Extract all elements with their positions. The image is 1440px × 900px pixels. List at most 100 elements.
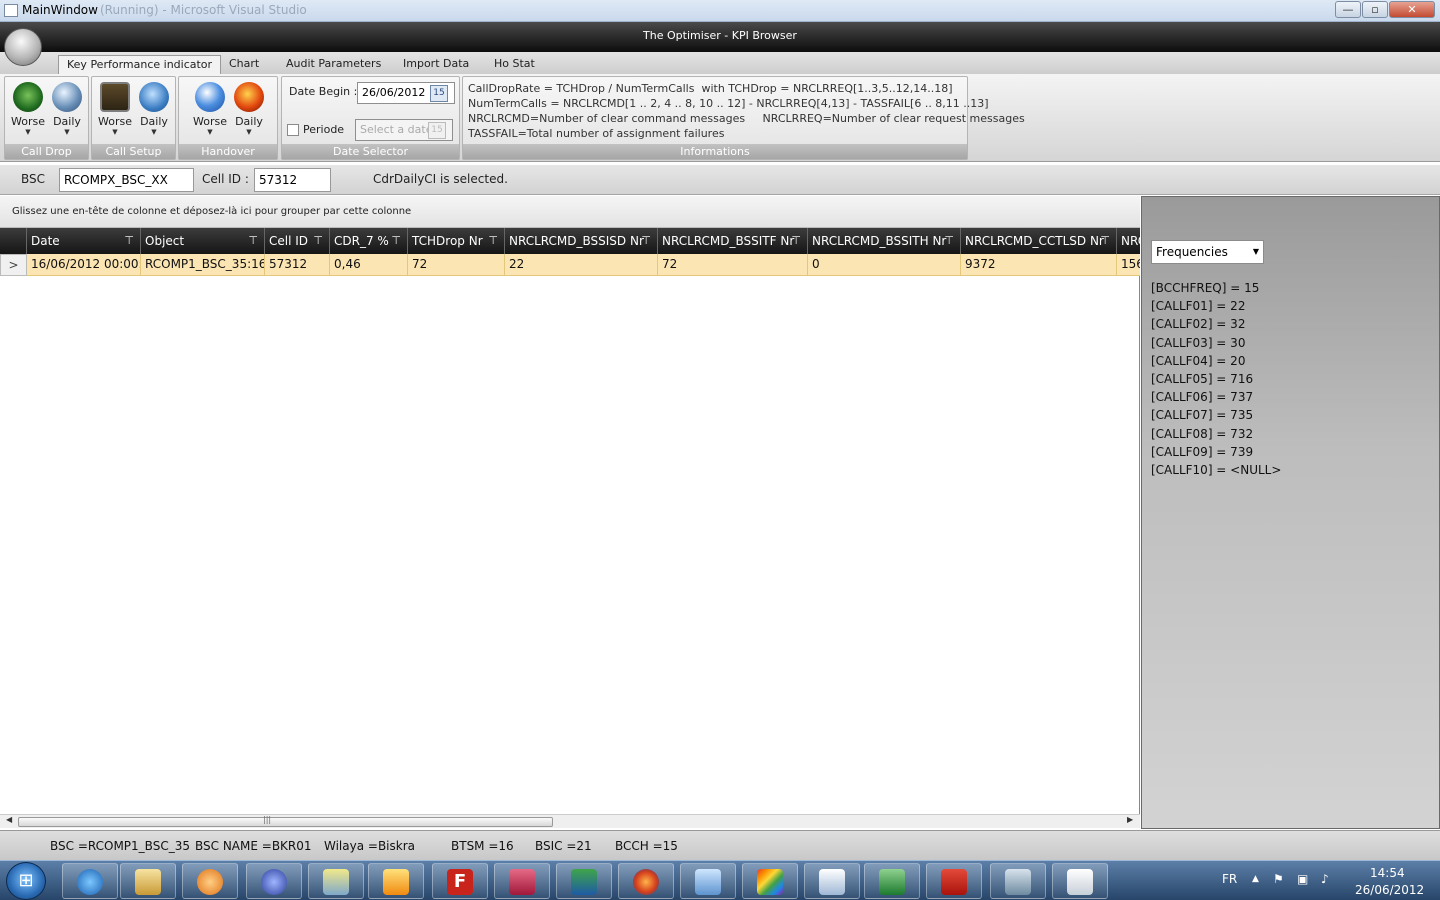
filter-icon[interactable]: ⊤ [313, 228, 323, 254]
clock-time[interactable]: 14:54 [1370, 866, 1405, 880]
call-drop-daily-button[interactable]: Daily ▼ [49, 80, 85, 140]
selection-status-text: CdrDailyCI is selected. [373, 172, 508, 186]
waveform-monitor-icon [100, 82, 130, 112]
call-setup-daily-button[interactable]: Daily ▼ [136, 80, 172, 140]
table-cell[interactable]: 57312 [265, 254, 330, 276]
list-item: [CALLF04] = 20 [1151, 353, 1246, 368]
taskbar-item-notepad-app[interactable] [804, 863, 860, 899]
table-cell[interactable]: 0,46 [330, 254, 408, 276]
minimize-button[interactable]: — [1335, 1, 1361, 18]
group-handover-success: Worse ▼ Daily ▼ Handover Success [178, 76, 278, 173]
tab-audit-parameters[interactable]: Audit Parameters [278, 55, 389, 74]
tab-chart[interactable]: Chart [221, 55, 267, 74]
group-caption: Call Setup [92, 144, 175, 159]
handover-daily-button[interactable]: Daily ▼ [231, 80, 267, 140]
call-setup-worse-button[interactable]: Worse ▼ [97, 80, 133, 140]
taskbar-item-firefox[interactable] [618, 863, 674, 899]
filter-icon[interactable]: ⊤ [1100, 228, 1110, 254]
column-header-nrc[interactable]: NRC [1117, 228, 1140, 254]
column-header-object[interactable]: Object ⊤ [141, 228, 265, 254]
taskbar-item-media-player[interactable] [182, 863, 238, 899]
group-call-drop: Worse ▼ Daily ▼ Call Drop [4, 76, 89, 160]
taskbar-item-excel[interactable] [864, 863, 920, 899]
call-drop-worse-button[interactable]: Worse ▼ [10, 80, 46, 140]
handover-worse-button[interactable]: Worse ▼ [192, 80, 228, 140]
periode-checkbox[interactable] [287, 124, 299, 136]
table-cell[interactable]: 72 [408, 254, 505, 276]
flag-icon[interactable]: ⚑ [1273, 872, 1284, 886]
column-label: NRCLRCMD_BSSITH Nr [812, 234, 947, 248]
taskbar-item-security-shield[interactable] [556, 863, 612, 899]
periode-label: Periode [303, 123, 345, 136]
call-drop-worse-label: Worse [11, 115, 45, 128]
filter-icon[interactable]: ⊤ [488, 228, 498, 254]
filter-icon[interactable]: ⊤ [391, 228, 401, 254]
calendar-icon[interactable]: 15 [430, 85, 448, 102]
column-header-cctlsd[interactable]: NRCLRCMD_CCTLSD Nr ⊤ [961, 228, 1117, 254]
taskbar-item-outlook[interactable] [368, 863, 424, 899]
table-cell[interactable]: 0 [808, 254, 961, 276]
taskbar-item-file-explorer[interactable] [120, 863, 176, 899]
close-button[interactable]: ✕ [1389, 1, 1435, 18]
internet-explorer-icon [77, 869, 103, 895]
column-label: Cell ID [269, 234, 309, 248]
filter-icon[interactable]: ⊤ [641, 228, 651, 254]
table-cell[interactable]: 156 [1117, 254, 1140, 276]
taskbar-item-filezilla[interactable]: F [432, 863, 488, 899]
table-cell[interactable]: 22 [505, 254, 658, 276]
column-header-tchdrop[interactable]: TCHDrop Nr ⊤ [408, 228, 505, 254]
data-grid: Glissez une en-tête de colonne et dépose… [0, 196, 1140, 828]
taskbar-item-picture-viewer[interactable] [680, 863, 736, 899]
group-caption: Call Drop [5, 144, 88, 159]
shield-icon [571, 869, 597, 895]
taskbar-item-acrobat[interactable] [926, 863, 982, 899]
column-header-bssitf[interactable]: NRCLRCMD_BSSITF Nr ⊤ [658, 228, 808, 254]
cell-id-input[interactable]: 57312 [254, 168, 331, 192]
table-cell[interactable]: 72 [658, 254, 808, 276]
table-cell[interactable]: RCOMP1_BSC_35:16:1 [141, 254, 265, 276]
ribbon-tabs: Key Performance indicator Chart Audit Pa… [0, 52, 1440, 74]
filter-icon[interactable]: ⊤ [791, 228, 801, 254]
taskbar-item-access[interactable] [494, 863, 550, 899]
group-drop-zone[interactable]: Glissez une en-tête de colonne et dépose… [0, 196, 1140, 228]
filter-icon[interactable]: ⊤ [248, 228, 258, 254]
table-cell[interactable]: 9372 [961, 254, 1117, 276]
taskbar-item-visual-studio[interactable] [1052, 863, 1108, 899]
fire-globe-icon [234, 82, 264, 112]
taskbar-item-network-monitor[interactable] [990, 863, 1046, 899]
call-setup-worse-label: Worse [98, 115, 132, 128]
bsc-input[interactable]: RCOMPX_BSC_XX [59, 168, 194, 192]
tab-key-performance-indicator[interactable]: Key Performance indicator [58, 55, 222, 74]
network-icon[interactable]: ▣ [1297, 872, 1308, 886]
column-header-cdr[interactable]: CDR_7 % ⊤ [330, 228, 408, 254]
scroll-right-arrow-icon[interactable]: ▶ [1127, 815, 1133, 824]
tab-ho-stat[interactable]: Ho Stat [486, 55, 543, 74]
taskbar-item-internet-explorer[interactable] [62, 863, 118, 899]
taskbar-item-app-tools[interactable] [308, 863, 364, 899]
taskbar-item-app-infinity[interactable] [246, 863, 302, 899]
filter-icon[interactable]: ⊤ [124, 228, 134, 254]
show-hidden-icons-icon[interactable]: ▲ [1252, 874, 1259, 884]
frequencies-dropdown[interactable]: Frequencies ▼ [1151, 240, 1264, 264]
column-header-date[interactable]: Date ⊤ [27, 228, 141, 254]
call-setup-daily-label: Daily [140, 115, 168, 128]
list-item: [CALLF02] = 32 [1151, 317, 1246, 332]
filter-icon[interactable]: ⊤ [944, 228, 954, 254]
scroll-left-arrow-icon[interactable]: ◀ [6, 815, 12, 824]
horizontal-scrollbar[interactable]: ◀ ||| ▶ [0, 814, 1140, 828]
maximize-button[interactable]: ▫ [1362, 1, 1388, 18]
tab-import-data[interactable]: Import Data [395, 55, 477, 74]
clock-date[interactable]: 26/06/2012 [1355, 883, 1424, 897]
table-cell[interactable]: 16/06/2012 00:00:00 [27, 254, 141, 276]
volume-icon[interactable]: ♪ [1321, 872, 1329, 886]
column-header-cell-id[interactable]: Cell ID ⊤ [265, 228, 330, 254]
start-button-windows-icon[interactable]: ⊞ [6, 862, 46, 900]
language-indicator[interactable]: FR [1222, 872, 1237, 886]
column-header-bssith[interactable]: NRCLRCMD_BSSITH Nr ⊤ [808, 228, 961, 254]
application-menu-orb-icon[interactable] [4, 28, 42, 66]
row-selector-indicator[interactable]: > [0, 254, 27, 276]
taskbar-item-rainbow-app[interactable] [742, 863, 798, 899]
column-header-bssisd[interactable]: NRCLRCMD_BSSISD Nr ⊤ [505, 228, 658, 254]
column-label: TCHDrop Nr [412, 234, 483, 248]
scrollbar-thumb[interactable] [18, 817, 553, 827]
